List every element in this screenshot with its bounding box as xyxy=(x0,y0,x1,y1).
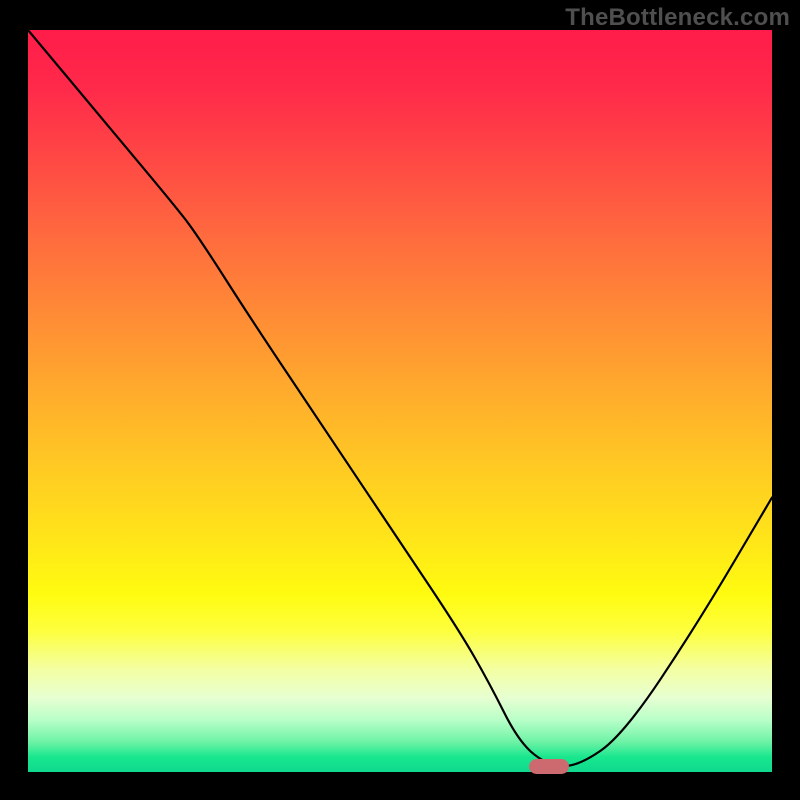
chart-frame: TheBottleneck.com xyxy=(0,0,800,800)
optimal-marker xyxy=(529,759,569,774)
watermark-text: TheBottleneck.com xyxy=(565,4,790,32)
bottleneck-curve xyxy=(28,30,772,772)
curve-path xyxy=(28,30,772,766)
plot-area xyxy=(28,30,772,772)
